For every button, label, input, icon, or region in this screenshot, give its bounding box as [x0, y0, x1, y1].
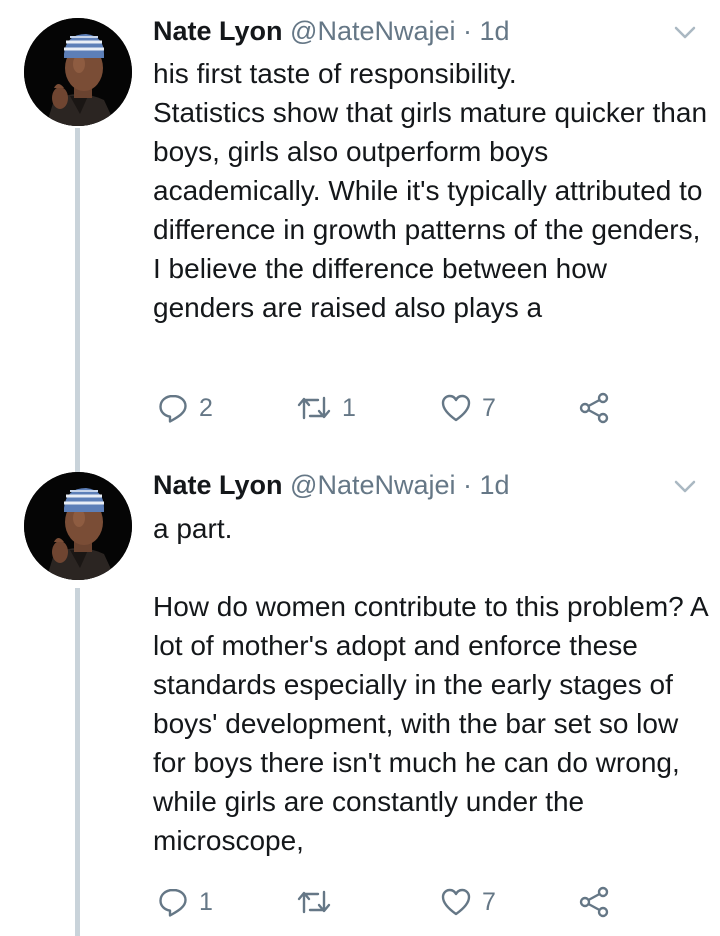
retweet-count: 1 [342, 393, 356, 422]
reply-button[interactable]: 1 [157, 882, 213, 922]
author-name[interactable]: Nate Lyon [153, 16, 283, 46]
tweet[interactable]: Nate Lyon @NateNwajei · 1d his first tas… [0, 0, 720, 472]
like-button[interactable]: 7 [440, 882, 496, 922]
chevron-down-icon[interactable] [674, 480, 696, 494]
tweet-header: Nate Lyon @NateNwajei · 1d [153, 14, 700, 48]
author-name[interactable]: Nate Lyon [153, 470, 283, 500]
action-bar: 2 1 7 [153, 388, 623, 428]
avatar[interactable] [24, 472, 132, 580]
share-button[interactable] [579, 388, 611, 428]
timestamp[interactable]: 1d [480, 470, 510, 500]
retweet-icon [296, 886, 332, 918]
tweet-header: Nate Lyon @NateNwajei · 1d [153, 468, 700, 502]
separator-dot: · [463, 470, 473, 500]
retweet-button[interactable]: 1 [296, 388, 356, 428]
retweet-icon [296, 392, 332, 424]
thread-connector-line [75, 128, 80, 472]
reply-icon [157, 392, 189, 424]
reply-count: 1 [199, 887, 213, 916]
timestamp[interactable]: 1d [480, 16, 510, 46]
retweet-button[interactable] [296, 882, 342, 922]
thread-connector-line [75, 588, 80, 936]
chevron-down-icon[interactable] [674, 26, 696, 40]
like-button[interactable]: 7 [440, 388, 496, 428]
share-button[interactable] [579, 882, 611, 922]
author-handle[interactable]: @NateNwajei [290, 470, 455, 500]
tweet[interactable]: Nate Lyon @NateNwajei · 1d a part. How d… [0, 460, 720, 936]
tweet-text: a part. How do women contribute to this … [153, 513, 708, 856]
separator-dot: · [463, 16, 473, 46]
avatar[interactable] [24, 18, 132, 126]
reply-button[interactable]: 2 [157, 388, 213, 428]
heart-icon [440, 886, 472, 918]
author-handle[interactable]: @NateNwajei [290, 16, 455, 46]
like-count: 7 [482, 887, 496, 916]
reply-icon [157, 886, 189, 918]
action-bar: 1 7 [153, 882, 623, 922]
like-count: 7 [482, 393, 496, 422]
share-icon [579, 886, 611, 918]
heart-icon [440, 392, 472, 424]
tweet-text: his first taste of responsibility. Stati… [153, 58, 708, 323]
reply-count: 2 [199, 393, 213, 422]
share-icon [579, 392, 611, 424]
